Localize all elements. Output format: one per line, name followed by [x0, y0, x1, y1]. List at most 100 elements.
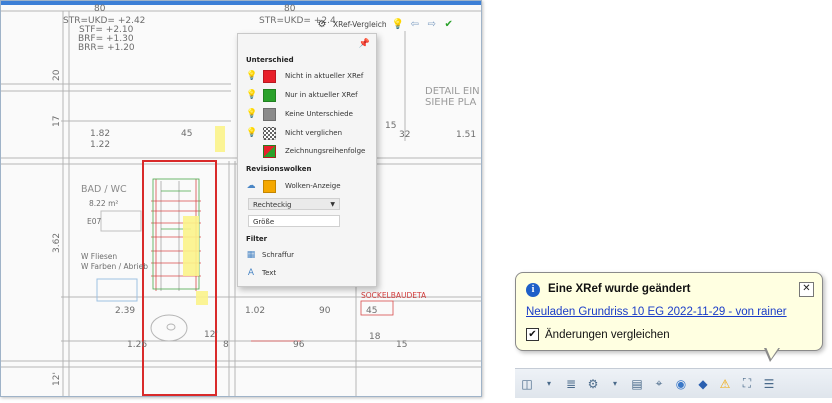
cad-dim-15b: 15 [396, 340, 408, 350]
cad-room-name: BAD / WC [81, 184, 127, 195]
section-filter: Filter [246, 235, 268, 243]
gear-icon[interactable]: ⚙ [585, 376, 601, 392]
bulb-icon[interactable]: 💡 [391, 18, 403, 30]
arrow-right-icon[interactable]: ⇨ [426, 18, 438, 30]
notification-area: i Eine XRef wurde geändert ✕ Neuladen Gr… [507, 258, 832, 403]
cad-dim-12b: 12' [52, 372, 62, 386]
text-icon[interactable]: A [246, 268, 256, 278]
cad-text-80-left: 80 [94, 4, 106, 14]
cloud-shape-select[interactable]: Rechteckig ▼ [248, 198, 340, 210]
cad-text-farben: W Farben / Abrieb [81, 262, 148, 271]
cad-room-area: 8.22 m² [89, 199, 119, 208]
row-only-in-current[interactable]: 💡 Nur in aktueller XRef [246, 88, 358, 102]
row-hatch-filter[interactable]: ▦ Schraffur [246, 248, 294, 262]
cad-dim-126: 1.26 [127, 340, 148, 350]
compare-changes-row[interactable]: ✔ Änderungen vergleichen [526, 328, 670, 341]
row-cloud-display[interactable]: ☁ Wolken-Anzeige [246, 179, 341, 193]
cad-dim-8: 8 [223, 340, 229, 350]
cad-dim-96: 96 [293, 340, 305, 350]
status-bar: ◫ ▾ ≣ ⚙ ▾ ▤ ⌖ ◉ ◆ ⚠ ⛶ ☰ [515, 368, 832, 398]
list-icon[interactable]: ≣ [563, 376, 579, 392]
cloud-toggle-icon[interactable]: ☁ [246, 181, 256, 191]
cad-dim-151: 1.51 [456, 130, 477, 140]
row-label: Nur in aktueller XRef [285, 91, 358, 99]
menu-icon[interactable]: ☰ [761, 376, 777, 392]
xref-notification-icon[interactable]: ⚠ [717, 376, 733, 392]
cad-dim-102: 1.02 [245, 306, 266, 316]
cad-dim-90: 90 [319, 306, 331, 316]
balloon-tail-fill [766, 347, 779, 359]
chevron-down-icon[interactable]: ▾ [541, 376, 557, 392]
compare-changes-checkbox[interactable]: ✔ [526, 328, 539, 341]
draw-order-icon[interactable] [263, 144, 276, 158]
color-swatch-green[interactable] [263, 88, 276, 102]
cad-text-sockel: SOCKELBAUDETA [361, 291, 427, 300]
color-swatch-orange[interactable] [263, 179, 276, 193]
row-label: Keine Unterschiede [285, 110, 353, 118]
cad-drawing-view[interactable]: 80 80 STR=UKD= +2.42 STF= +2.10 BRF= +1.… [0, 0, 482, 397]
row-label: Nicht in aktueller XRef [285, 72, 364, 80]
color-swatch-red[interactable] [263, 69, 276, 83]
cad-dim-18: 18 [369, 332, 381, 342]
hatch-icon[interactable]: ▦ [246, 250, 256, 260]
cad-text-siehe: SIEHE PLA [425, 97, 477, 108]
cad-text-80-mid: 80 [284, 4, 296, 14]
xref-changed-balloon: i Eine XRef wurde geändert ✕ Neuladen Gr… [515, 272, 823, 362]
reload-xref-link[interactable]: Neuladen Grundriss 10 EG 2022-11-29 - vo… [526, 306, 787, 318]
balloon-title: Eine XRef wurde geändert [548, 283, 691, 295]
cad-dim-17: 17 [52, 115, 62, 127]
gear-icon[interactable]: ⚙ [316, 18, 328, 30]
row-label: Nicht verglichen [285, 129, 343, 137]
cloud-size-field[interactable]: Größe [248, 215, 340, 227]
row-label: Text [262, 269, 277, 277]
row-not-compared[interactable]: 💡 Nicht verglichen [246, 126, 342, 140]
cad-dim-20: 20 [52, 69, 62, 81]
bulb-icon[interactable]: 💡 [246, 71, 257, 81]
section-revision-clouds: Revisionswolken [246, 165, 312, 173]
cad-dim-122: 1.22 [90, 140, 111, 150]
compare-changes-label: Änderungen vergleichen [545, 328, 670, 341]
row-label: Wolken-Anzeige [285, 182, 341, 190]
pin-icon[interactable]: 📌 [359, 39, 370, 49]
cad-dim-32: 32 [399, 130, 411, 140]
row-draw-order[interactable]: Zeichnungsreihenfolge [246, 144, 365, 158]
arrow-left-icon[interactable]: ⇦ [409, 18, 421, 30]
cad-text-fliesen: W Fliesen [81, 252, 118, 261]
cad-dim-45b: 45 [366, 306, 378, 316]
info-icon: i [526, 283, 540, 297]
fullscreen-icon[interactable]: ⛶ [739, 376, 755, 392]
cad-room-e07: E07 [87, 217, 102, 226]
xref-compare-panel: 📌 Unterschied 💡 Nicht in aktueller XRef … [237, 33, 377, 287]
field-value: Größe [253, 218, 275, 226]
coordinates-icon[interactable]: ⌖ [651, 376, 667, 392]
section-difference: Unterschied [246, 56, 294, 64]
layer-icon[interactable]: ◆ [695, 376, 711, 392]
chevron-down-icon[interactable]: ▾ [607, 376, 623, 392]
bulb-icon[interactable]: 💡 [246, 128, 257, 138]
xref-compare-title: XRef-Vergleich [333, 19, 387, 29]
bulb-icon[interactable]: 💡 [246, 109, 257, 119]
cad-dim-15: 15 [385, 121, 397, 131]
cad-dim-12: 12' [204, 330, 218, 340]
cad-dim-239: 2.39 [115, 306, 136, 316]
cad-text-detail: DETAIL EIN [425, 86, 480, 97]
viewport-icon[interactable]: ◫ [519, 376, 535, 392]
chevron-down-icon: ▼ [330, 201, 335, 208]
select-value: Rechteckig [253, 201, 292, 209]
xref-compare-toolbar: ⚙ XRef-Vergleich 💡 ⇦ ⇨ ✔ [316, 14, 479, 34]
row-no-differences[interactable]: 💡 Keine Unterschiede [246, 107, 353, 121]
calculator-icon[interactable]: ▤ [629, 376, 645, 392]
row-label: Schraffur [262, 251, 295, 259]
row-text-filter[interactable]: A Text [246, 266, 276, 280]
row-label: Zeichnungsreihenfolge [285, 147, 366, 155]
globe-icon[interactable]: ◉ [673, 376, 689, 392]
cad-dim-182: 1.82 [90, 129, 111, 139]
close-icon[interactable]: ✕ [799, 282, 814, 297]
row-not-in-current[interactable]: 💡 Nicht in aktueller XRef [246, 69, 363, 83]
checkmark-icon[interactable]: ✔ [443, 18, 455, 30]
color-swatch-gray[interactable] [263, 107, 276, 121]
cad-dim-45: 45 [181, 129, 193, 139]
checker-swatch[interactable] [263, 126, 276, 140]
cad-text-brr: BRR= +1.20 [78, 43, 135, 53]
bulb-icon[interactable]: 💡 [246, 90, 257, 100]
